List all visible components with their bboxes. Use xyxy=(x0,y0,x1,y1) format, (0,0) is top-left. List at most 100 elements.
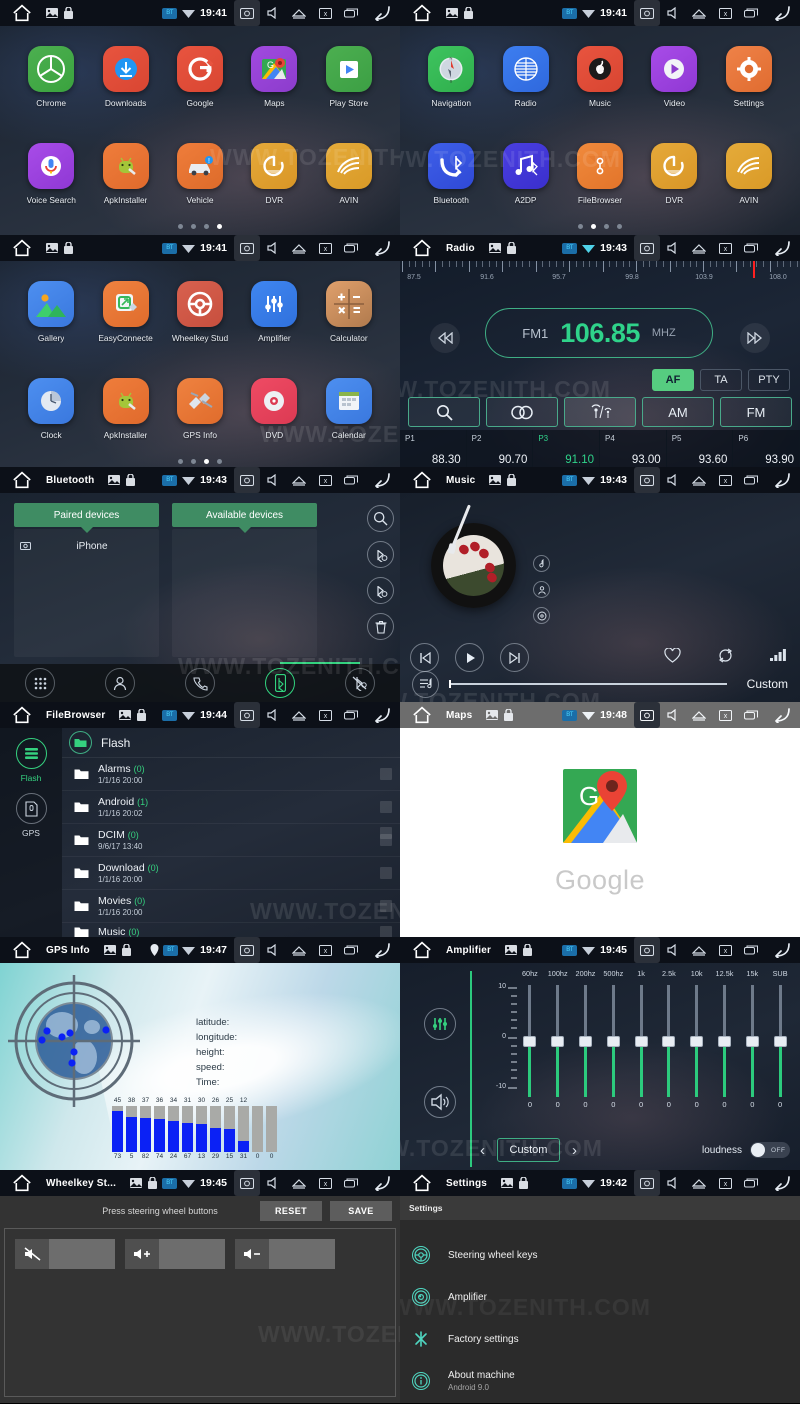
screenshot-icon[interactable] xyxy=(634,467,660,493)
volume-icon[interactable] xyxy=(660,702,686,728)
next-preset-button[interactable]: › xyxy=(572,1142,577,1159)
equalizer-icon[interactable] xyxy=(770,649,786,667)
home-icon[interactable] xyxy=(412,941,432,959)
volume-icon[interactable] xyxy=(660,1170,686,1196)
app-dvr[interactable]: DVR xyxy=(237,139,311,236)
page-dot[interactable] xyxy=(178,459,183,464)
home-icon[interactable] xyxy=(412,1174,432,1192)
table-row[interactable]: Movies (0) 1/1/16 20:00 xyxy=(62,890,400,923)
home-icon[interactable] xyxy=(12,1174,32,1192)
recents-icon[interactable] xyxy=(738,937,764,963)
screenshot-icon[interactable] xyxy=(634,0,660,26)
app-dvr[interactable]: DVR xyxy=(637,139,711,236)
recents-icon[interactable] xyxy=(738,702,764,728)
table-row[interactable]: DCIM (0) 9/6/17 13:40 xyxy=(62,824,400,857)
screenshot-icon[interactable] xyxy=(234,937,260,963)
app-settings[interactable]: Settings xyxy=(712,42,786,139)
back-icon[interactable] xyxy=(364,467,394,493)
app-voice-search[interactable]: Voice Search xyxy=(14,139,88,236)
favorite-icon[interactable] xyxy=(664,647,681,668)
app-chrome[interactable]: Chrome xyxy=(14,42,88,139)
eq-slider[interactable] xyxy=(516,985,544,1097)
screenshot-icon[interactable] xyxy=(634,702,660,728)
back-icon[interactable] xyxy=(764,235,794,261)
slider-knob[interactable] xyxy=(523,1036,537,1047)
app-gps-info[interactable]: GPS Info xyxy=(163,374,237,468)
page-dot[interactable] xyxy=(604,224,609,229)
recents-icon[interactable] xyxy=(338,467,364,493)
table-row[interactable]: Music (0) xyxy=(62,923,400,937)
app-apk-installer[interactable]: ApkInstaller xyxy=(88,374,162,468)
close-window-icon[interactable]: x xyxy=(312,702,338,728)
home-icon[interactable] xyxy=(12,4,32,22)
slider-knob[interactable] xyxy=(606,1036,620,1047)
repeat-icon[interactable] xyxy=(717,648,734,668)
screenshot-icon[interactable] xyxy=(234,1170,260,1196)
close-window-icon[interactable]: x xyxy=(312,937,338,963)
volume-icon[interactable] xyxy=(260,937,286,963)
page-indicator[interactable] xyxy=(0,459,400,464)
settings-item-steering-wheel-keys[interactable]: Steering wheel keys xyxy=(400,1234,800,1276)
playlist-icon[interactable] xyxy=(412,670,439,698)
page-dot[interactable] xyxy=(217,459,222,464)
preset-p5[interactable]: P5 93.60 xyxy=(666,430,734,467)
slider-knob[interactable] xyxy=(745,1036,759,1047)
app-vehicle[interactable]: ! Vehicle xyxy=(163,139,237,236)
screenshot-icon[interactable] xyxy=(234,702,260,728)
app-radio[interactable]: Radio xyxy=(488,42,562,139)
volume-icon[interactable] xyxy=(260,0,286,26)
close-window-icon[interactable]: x xyxy=(712,702,738,728)
app-gallery[interactable]: Gallery xyxy=(14,277,88,374)
eject-icon[interactable] xyxy=(286,235,312,261)
dialpad-icon[interactable] xyxy=(25,668,55,698)
screenshot-icon[interactable] xyxy=(234,467,260,493)
home-icon[interactable] xyxy=(12,471,32,489)
ta-button[interactable]: TA xyxy=(700,369,742,391)
screenshot-icon[interactable] xyxy=(634,235,660,261)
preset-p4[interactable]: P4 93.00 xyxy=(600,430,667,467)
page-indicator[interactable] xyxy=(0,224,400,229)
eq-slider[interactable] xyxy=(683,985,711,1097)
page-dot-active[interactable] xyxy=(217,224,222,229)
select-checkbox[interactable] xyxy=(380,900,392,912)
screenshot-icon[interactable] xyxy=(234,0,260,26)
volume-icon[interactable] xyxy=(660,235,686,261)
recents-icon[interactable] xyxy=(738,467,764,493)
back-icon[interactable] xyxy=(764,0,794,26)
loudness-toggle[interactable]: OFF xyxy=(750,1142,790,1158)
eq-slider[interactable] xyxy=(655,985,683,1097)
eject-icon[interactable] xyxy=(686,0,712,26)
app-google[interactable]: Google xyxy=(163,42,237,139)
slider-knob[interactable] xyxy=(634,1036,648,1047)
page-dot[interactable] xyxy=(617,224,622,229)
close-window-icon[interactable]: x xyxy=(312,235,338,261)
call-log-icon[interactable] xyxy=(185,668,215,698)
recents-icon[interactable] xyxy=(738,1170,764,1196)
slider-knob[interactable] xyxy=(717,1036,731,1047)
recents-icon[interactable] xyxy=(338,1170,364,1196)
recents-icon[interactable] xyxy=(738,0,764,26)
page-dot[interactable] xyxy=(578,224,583,229)
app-avin[interactable]: AVIN xyxy=(312,139,386,236)
reset-button[interactable]: RESET xyxy=(260,1201,322,1221)
eject-icon[interactable] xyxy=(286,0,312,26)
back-icon[interactable] xyxy=(364,937,394,963)
back-icon[interactable] xyxy=(764,1170,794,1196)
bt-disconnect-icon[interactable] xyxy=(367,577,394,604)
volume-icon[interactable] xyxy=(424,1086,456,1118)
prev-preset-button[interactable]: ‹ xyxy=(480,1142,485,1159)
bt-connect-icon[interactable] xyxy=(367,541,394,568)
app-dvd[interactable]: DVD xyxy=(237,374,311,468)
back-icon[interactable] xyxy=(364,235,394,261)
pty-button[interactable]: PTY xyxy=(748,369,790,391)
seek-down-button[interactable] xyxy=(430,323,460,353)
select-checkbox[interactable] xyxy=(380,801,392,813)
back-icon[interactable] xyxy=(364,0,394,26)
back-icon[interactable] xyxy=(364,1170,394,1196)
contacts-icon[interactable] xyxy=(105,668,135,698)
eject-icon[interactable] xyxy=(686,937,712,963)
delete-icon[interactable] xyxy=(367,613,394,640)
eject-icon[interactable] xyxy=(286,467,312,493)
eq-slider[interactable] xyxy=(599,985,627,1097)
search-button[interactable] xyxy=(408,397,480,427)
